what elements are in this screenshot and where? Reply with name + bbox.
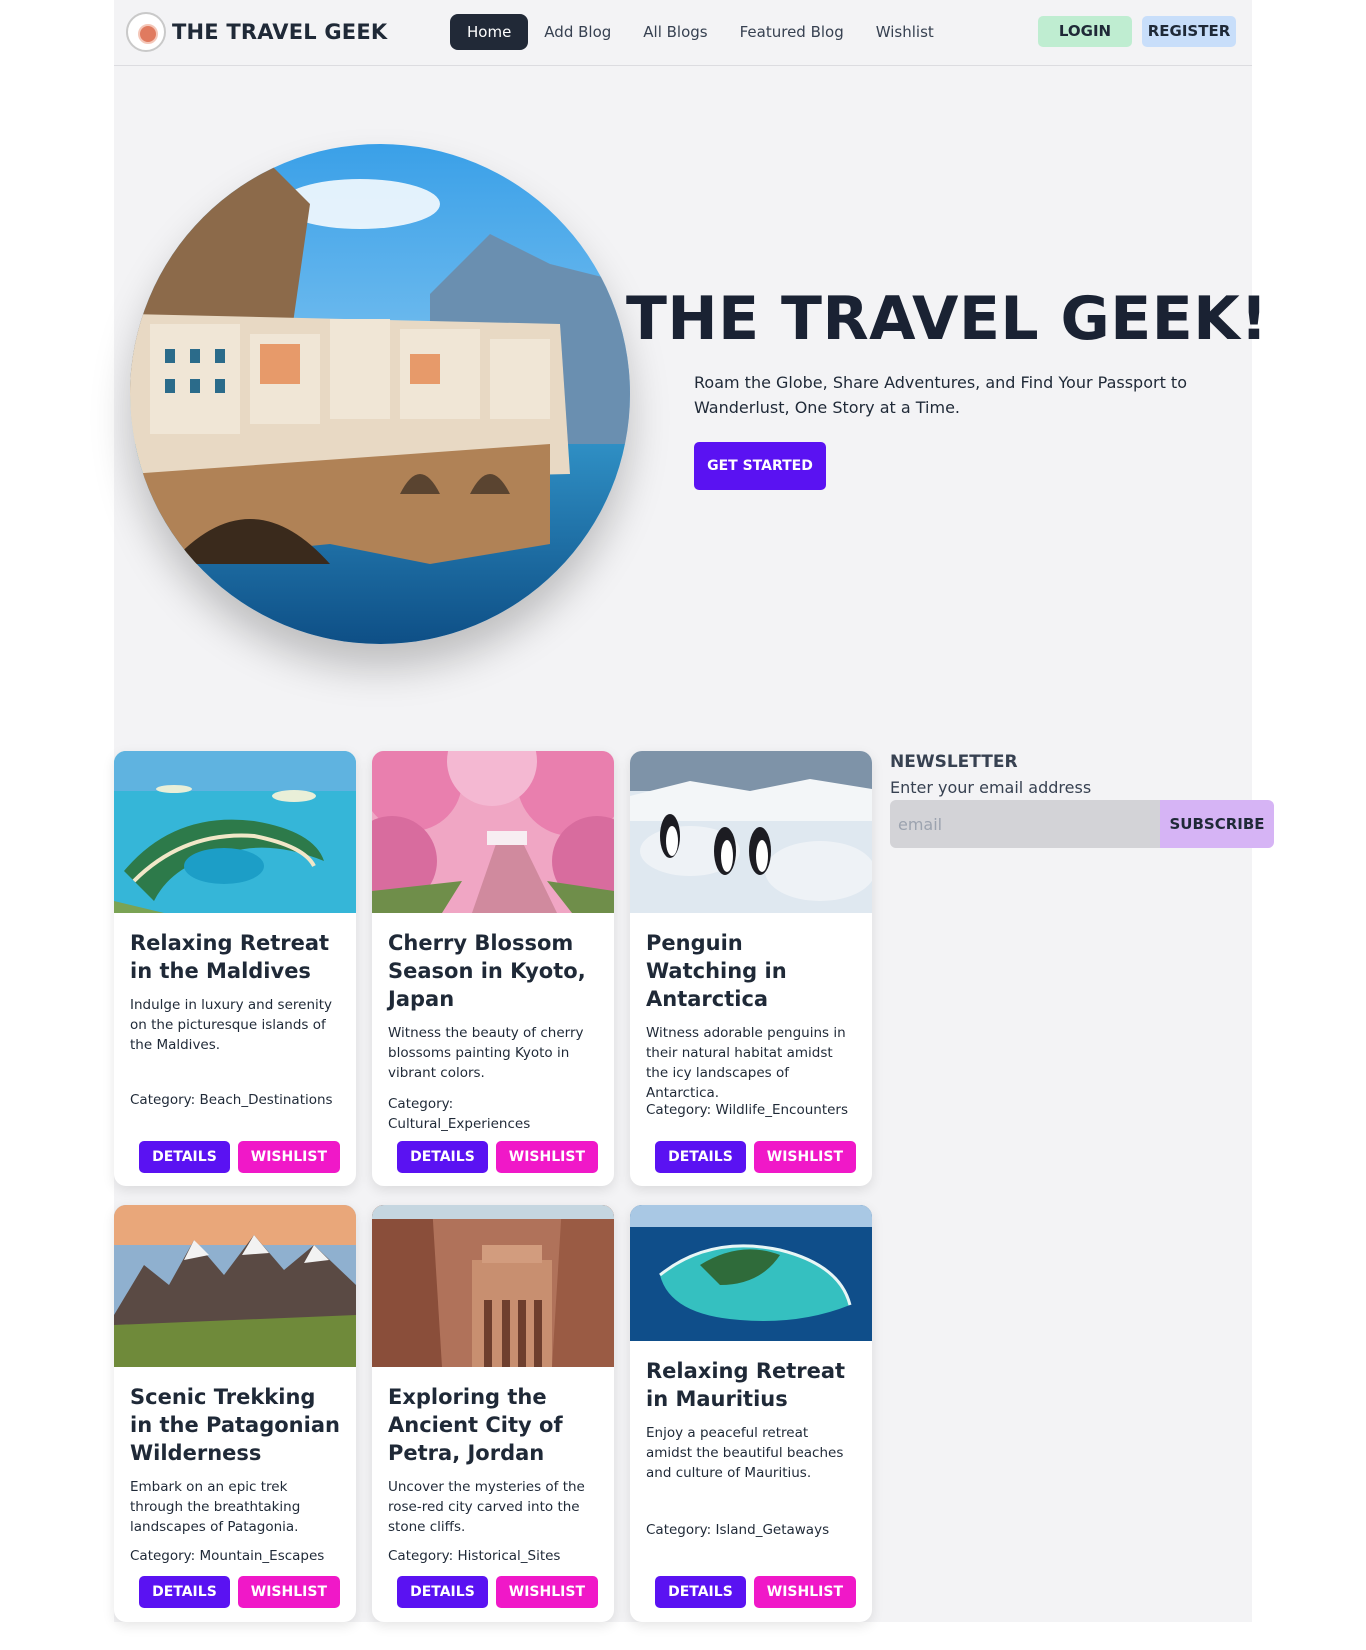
blog-card: Exploring the Ancient City of Petra, Jor…	[372, 1205, 614, 1622]
nav-link-featured-blog[interactable]: Featured Blog	[724, 14, 860, 50]
newsletter-form: SUBSCRIBE	[890, 800, 1274, 848]
blog-card-category: Category: Island_Getaways	[646, 1522, 830, 1538]
blog-card-category: Category: Historical_Sites	[388, 1548, 561, 1564]
blog-card: Penguin Watching in Antarctica Witness a…	[630, 751, 872, 1186]
blog-card-description: Enjoy a peaceful retreat amidst the beau…	[646, 1425, 844, 1481]
wishlist-button[interactable]: WISHLIST	[753, 1576, 856, 1608]
blog-card-body: Penguin Watching in Antarctica Witness a…	[630, 913, 872, 1103]
get-started-button[interactable]: GET STARTED	[694, 442, 826, 490]
page: THE TRAVEL GEEK Home Add Blog All Blogs …	[114, 0, 1274, 1622]
details-button[interactable]: DETAILS	[139, 1576, 230, 1608]
blog-card-category: Category: Wildlife_Encounters	[646, 1102, 849, 1118]
blog-card-category: Category: Mountain_Escapes	[130, 1548, 325, 1564]
blog-card-image	[372, 751, 614, 913]
wishlist-button[interactable]: WISHLIST	[753, 1141, 856, 1173]
email-input[interactable]	[890, 800, 1160, 848]
hero-title: THE TRAVEL GEEK!	[626, 284, 1269, 354]
blog-card-image	[630, 1205, 872, 1341]
details-button[interactable]: DETAILS	[397, 1576, 488, 1608]
blog-card-description: Embark on an epic trek through the breat…	[130, 1479, 301, 1535]
blog-card-category: Category: Beach_Destinations	[130, 1092, 333, 1108]
blog-card-image	[630, 751, 872, 913]
register-button[interactable]: REGISTER	[1142, 16, 1236, 47]
blog-card-description: Indulge in luxury and serenity on the pi…	[130, 997, 333, 1053]
nav-link-add-blog[interactable]: Add Blog	[528, 14, 627, 50]
hero-subtitle: Roam the Globe, Share Adventures, and Fi…	[694, 373, 1187, 417]
blog-card-image	[372, 1205, 614, 1367]
blog-card-description: Uncover the mysteries of the rose-red ci…	[388, 1479, 585, 1535]
details-button[interactable]: DETAILS	[139, 1141, 230, 1173]
blog-card-title: Relaxing Retreat in the Maldives	[130, 931, 330, 983]
blog-card-body: Relaxing Retreat in the Maldives Indulge…	[114, 913, 356, 1055]
wishlist-button[interactable]: WISHLIST	[495, 1141, 598, 1173]
blog-card-image	[114, 751, 356, 913]
blog-card-title: Relaxing Retreat in Mauritius	[646, 1359, 846, 1411]
blog-card-description: Witness the beauty of cherry blossoms pa…	[388, 1025, 584, 1081]
blog-card: Cherry Blossom Season in Kyoto, Japan Wi…	[372, 751, 614, 1186]
blog-card-image	[114, 1205, 356, 1367]
blog-card-body: Exploring the Ancient City of Petra, Jor…	[372, 1367, 614, 1537]
nav-links: Home Add Blog All Blogs Featured Blog Wi…	[450, 14, 950, 50]
brand-name: THE TRAVEL GEEK	[172, 20, 388, 44]
blog-card: Scenic Trekking in the Patagonian Wilder…	[114, 1205, 356, 1622]
details-button[interactable]: DETAILS	[655, 1576, 746, 1608]
blog-card-description: Witness adorable penguins in their natur…	[646, 1025, 846, 1101]
newsletter-label: Enter your email address	[890, 778, 1092, 797]
nav-link-all-blogs[interactable]: All Blogs	[627, 14, 723, 50]
wishlist-button[interactable]: WISHLIST	[237, 1141, 340, 1173]
subscribe-button[interactable]: SUBSCRIBE	[1160, 800, 1274, 848]
blog-card-body: Relaxing Retreat in Mauritius Enjoy a pe…	[630, 1341, 872, 1483]
blog-card-actions: DETAILS WISHLIST	[397, 1141, 598, 1173]
newsletter-title: NEWSLETTER	[890, 752, 1018, 772]
blog-card-title: Penguin Watching in Antarctica	[646, 931, 787, 1011]
blog-card-body: Cherry Blossom Season in Kyoto, Japan Wi…	[372, 913, 614, 1083]
nav-link-home[interactable]: Home	[450, 14, 529, 50]
blog-card-title: Cherry Blossom Season in Kyoto, Japan	[388, 931, 586, 1011]
navbar: THE TRAVEL GEEK Home Add Blog All Blogs …	[114, 0, 1252, 66]
login-button[interactable]: LOGIN	[1038, 16, 1132, 47]
brand-logo-icon	[126, 12, 166, 52]
blog-card-actions: DETAILS WISHLIST	[139, 1141, 340, 1173]
details-button[interactable]: DETAILS	[397, 1141, 488, 1173]
hero-image	[130, 144, 630, 644]
blog-card-actions: DETAILS WISHLIST	[397, 1576, 598, 1608]
blog-card: Relaxing Retreat in the Maldives Indulge…	[114, 751, 356, 1186]
brand[interactable]: THE TRAVEL GEEK	[126, 12, 387, 52]
details-button[interactable]: DETAILS	[655, 1141, 746, 1173]
blog-card-actions: DETAILS WISHLIST	[655, 1576, 856, 1608]
blog-card-title: Scenic Trekking in the Patagonian Wilder…	[130, 1385, 340, 1465]
blog-card-title: Exploring the Ancient City of Petra, Jor…	[388, 1385, 563, 1465]
blog-card-category: Category: Cultural_Experiences	[388, 1096, 531, 1132]
wishlist-button[interactable]: WISHLIST	[237, 1576, 340, 1608]
blog-card-body: Scenic Trekking in the Patagonian Wilder…	[114, 1367, 356, 1537]
blog-card-actions: DETAILS WISHLIST	[139, 1576, 340, 1608]
nav-link-wishlist[interactable]: Wishlist	[860, 14, 950, 50]
newsletter: NEWSLETTER Enter your email address SUBS…	[890, 752, 1274, 848]
blog-card: Relaxing Retreat in Mauritius Enjoy a pe…	[630, 1205, 872, 1622]
blog-card-actions: DETAILS WISHLIST	[655, 1141, 856, 1173]
wishlist-button[interactable]: WISHLIST	[495, 1576, 598, 1608]
